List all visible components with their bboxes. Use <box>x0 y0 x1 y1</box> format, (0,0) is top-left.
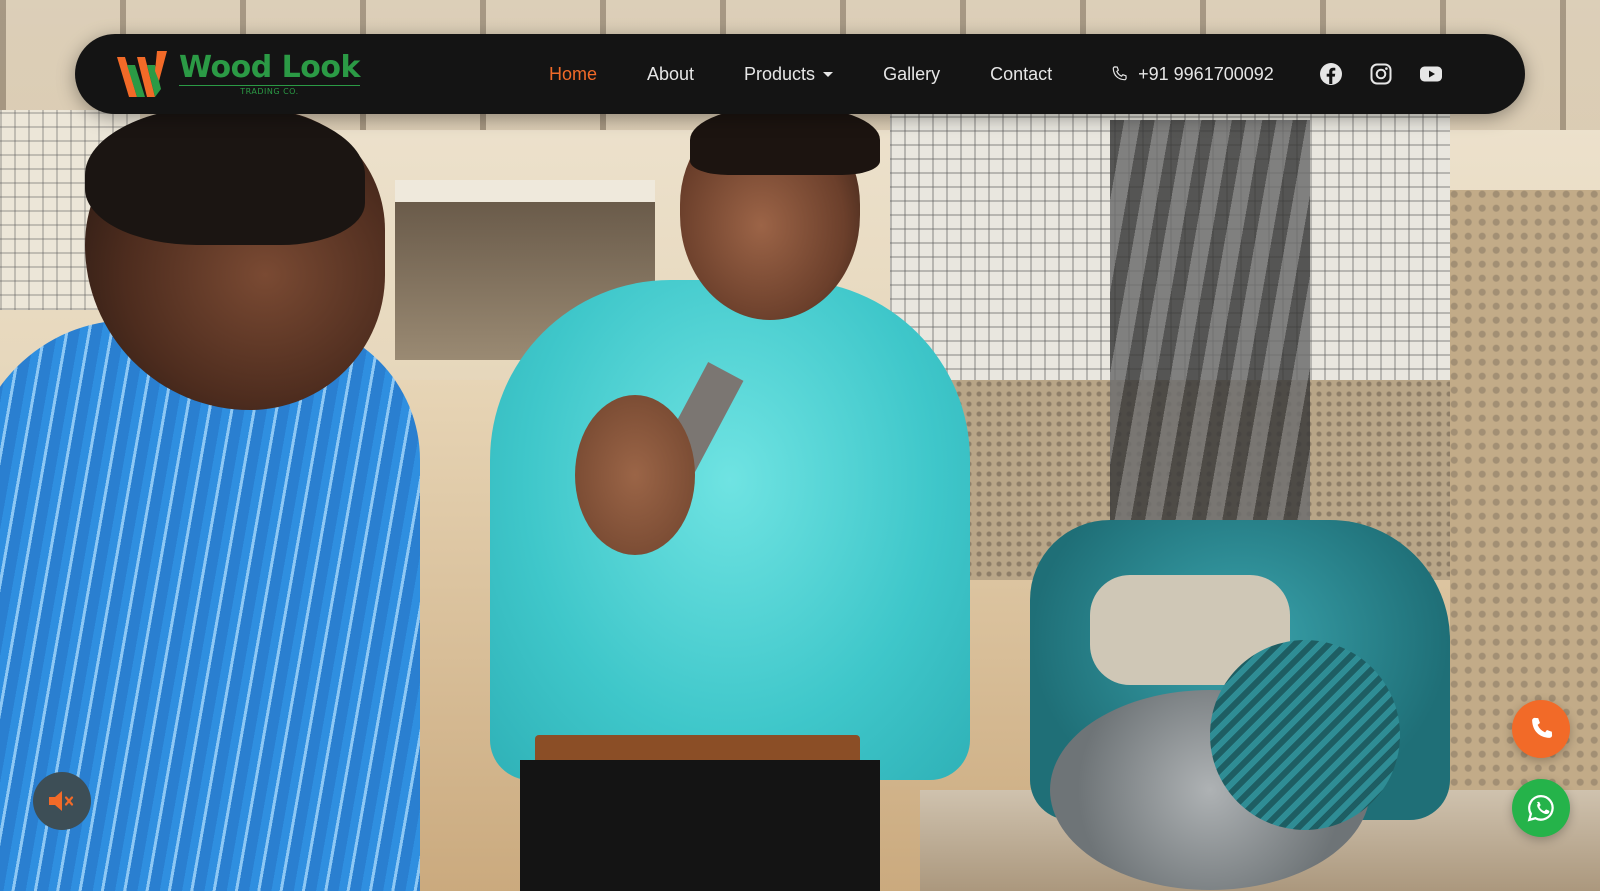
person-left-hair <box>85 105 365 245</box>
saw-motor <box>1210 640 1400 830</box>
steel-sheets <box>1110 120 1310 540</box>
brand-wordmark: Wood Look TRADING CO. <box>179 49 360 96</box>
nav-contact-label: Contact <box>990 63 1053 84</box>
call-button[interactable] <box>1512 700 1570 758</box>
brand-subtitle: TRADING CO. <box>179 84 360 96</box>
instagram-icon[interactable] <box>1369 62 1393 86</box>
whatsapp-icon <box>1527 794 1554 822</box>
unmute-video-button[interactable] <box>33 772 91 830</box>
nav-links: Home About Products Gallery Contact <box>549 64 1102 85</box>
nav-phone-link[interactable]: +91 9961700092 <box>1110 64 1274 85</box>
nav-products-dropdown[interactable]: Products <box>744 63 834 85</box>
speaker-muted-icon <box>49 791 74 811</box>
person-right-hair <box>690 105 880 175</box>
social-links <box>1319 62 1443 86</box>
nav-home[interactable]: Home <box>549 64 597 85</box>
nav-gallery-label: Gallery <box>883 63 941 84</box>
nav-gallery[interactable]: Gallery <box>883 64 940 85</box>
person-right-pants <box>520 760 880 891</box>
hero-background-video <box>0 0 1600 891</box>
nav-products-label: Products <box>744 63 816 84</box>
wood-planks-logo-icon <box>117 51 167 97</box>
youtube-icon[interactable] <box>1419 62 1443 86</box>
brand-logo[interactable]: Wood Look TRADING CO. <box>115 47 360 101</box>
facebook-icon[interactable] <box>1319 62 1343 86</box>
nav-about[interactable]: About <box>647 64 694 85</box>
caret-down-icon <box>823 71 834 77</box>
nav-contact[interactable]: Contact <box>990 64 1052 85</box>
person-right-hand <box>575 395 695 555</box>
brand-name: Wood Look <box>179 49 360 85</box>
phone-number: +91 9961700092 <box>1138 63 1274 84</box>
person-right-shirt <box>490 280 970 780</box>
main-navbar: Wood Look TRADING CO. Home About Product… <box>75 34 1525 114</box>
whatsapp-button[interactable] <box>1512 779 1570 837</box>
phone-icon <box>1532 717 1553 738</box>
phone-icon <box>1112 66 1127 81</box>
nav-home-label: Home <box>548 63 597 84</box>
nav-about-label: About <box>646 63 695 84</box>
